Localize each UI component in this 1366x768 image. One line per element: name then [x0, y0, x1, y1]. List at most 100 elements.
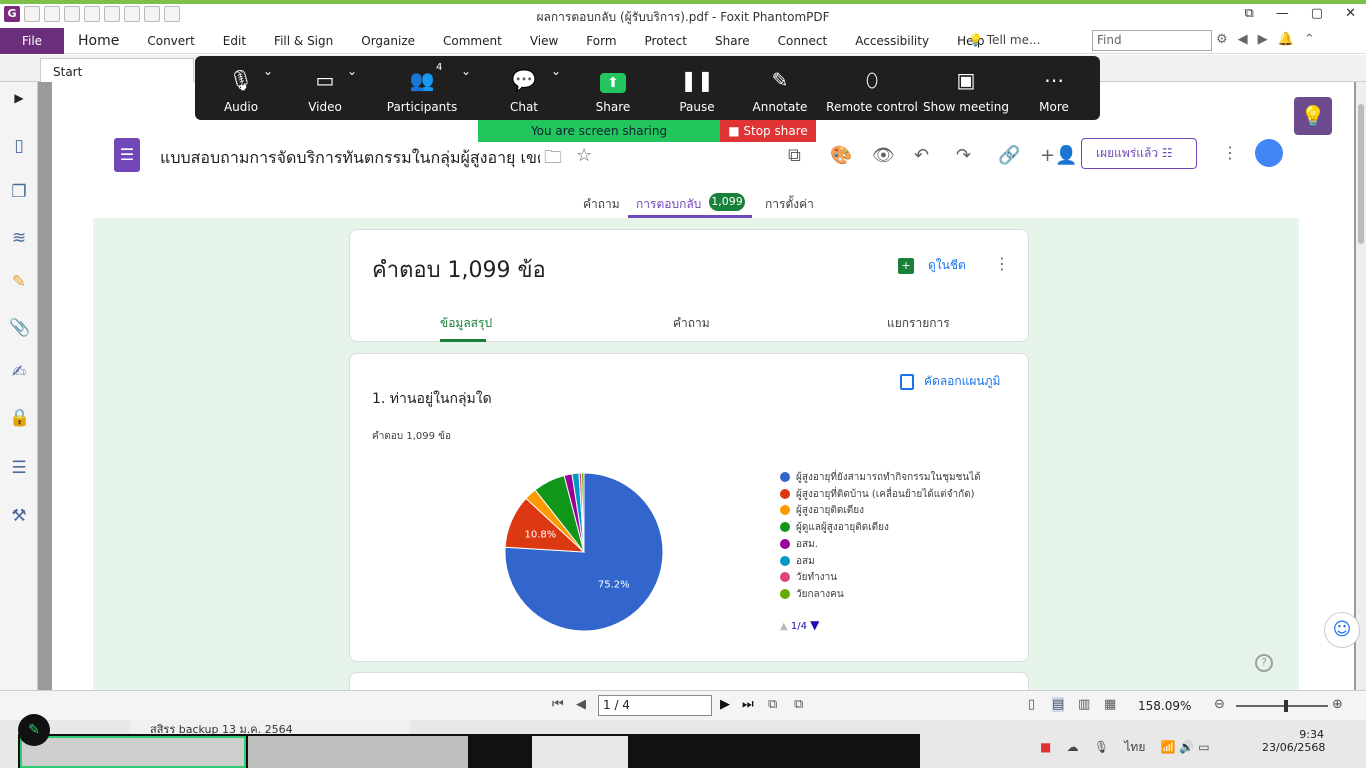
ribbon-tab-comment[interactable]: Comment [429, 34, 516, 48]
restore-icon[interactable]: ⧉ [1245, 6, 1254, 21]
add-collaborator-icon[interactable]: +👤 [1040, 145, 1078, 166]
last-page-icon[interactable]: ⏭ [742, 697, 754, 712]
legend-item[interactable]: ผู้สูงอายุที่ติดบ้าน (เคลื่อนย้ายได้แต่จ… [780, 487, 975, 501]
chevron-up-icon[interactable]: ⌃ [1304, 32, 1315, 47]
folder-icon[interactable]: 🗀 [544, 145, 562, 175]
palette-icon[interactable]: 🎨 [830, 145, 852, 166]
participants-chevron-icon[interactable]: ⌄ [461, 64, 471, 78]
wifi-icon[interactable]: 📶 [1161, 740, 1176, 754]
bell-icon[interactable]: 🔔 [1278, 32, 1294, 47]
fields-icon[interactable]: ☰ [9, 458, 29, 478]
zoom-out-icon[interactable]: ⊖ [1214, 697, 1225, 712]
back-icon[interactable]: ◀ [1238, 32, 1248, 47]
chat-chevron-icon[interactable]: ⌄ [551, 64, 561, 78]
ribbon-tab-form[interactable]: Form [572, 34, 630, 48]
page-number-field[interactable]: 1 / 4 [598, 695, 712, 716]
first-page-icon[interactable]: ⏮ [552, 697, 564, 712]
star-icon[interactable]: ☆ [576, 145, 592, 166]
legend-prev-icon[interactable]: ▲ [780, 621, 788, 632]
view-icon[interactable]: ⧉ [768, 697, 777, 712]
antivirus-icon[interactable]: ■ [1040, 740, 1051, 754]
close-button[interactable]: ✕ [1345, 6, 1356, 21]
subtab-question[interactable]: คำถาม [673, 314, 710, 333]
legend-item[interactable]: ผู้ดูแลผู้สูงอายุติดเตียง [780, 520, 889, 534]
more-button[interactable]: ⋯ More [1004, 64, 1104, 114]
zoom-slider[interactable] [1236, 700, 1328, 712]
ribbon-tab-home[interactable]: Home [64, 33, 133, 49]
video-chevron-icon[interactable]: ⌄ [347, 64, 357, 78]
annotate-button[interactable]: ✎ Annotate [730, 64, 830, 114]
minimize-button[interactable]: — [1276, 6, 1289, 21]
tab-start[interactable]: Start [40, 58, 194, 82]
ribbon-tab-fill-sign[interactable]: Fill & Sign [260, 34, 347, 48]
show-meeting-button[interactable]: ▣ Show meeting [916, 64, 1016, 114]
layers-icon[interactable]: ≋ [9, 228, 29, 248]
video-tile[interactable] [20, 736, 246, 768]
redo-icon[interactable]: ↷ [956, 145, 971, 166]
ribbon-tab-connect[interactable]: Connect [764, 34, 842, 48]
annotate-pen-icon[interactable]: ✎ [18, 714, 50, 746]
attachments-icon[interactable]: 📎 [9, 318, 30, 338]
clock[interactable]: 9:34 23/06/2568 [1262, 728, 1325, 754]
expand-panel-icon[interactable]: ▶ [9, 88, 29, 108]
single-page-icon[interactable]: ▯ [1028, 697, 1035, 712]
continuous-facing-icon[interactable]: ▦ [1104, 697, 1116, 712]
battery-icon[interactable]: ▭ [1198, 740, 1209, 754]
tab-responses[interactable]: การตอบกลับ [636, 195, 701, 214]
next-page-icon[interactable]: ▶ [720, 697, 730, 712]
video-tile[interactable] [532, 736, 628, 768]
remote-control-button[interactable]: ⬯ Remote control [819, 64, 925, 114]
signatures-icon[interactable]: ✍ [9, 362, 29, 382]
comments-icon[interactable]: ✎ [9, 272, 29, 292]
continuous-page-icon[interactable]: ▤ [1052, 697, 1065, 712]
ribbon-tab-view[interactable]: View [516, 34, 572, 48]
help-icon[interactable]: ? [1255, 654, 1273, 672]
find-input[interactable]: Find [1092, 30, 1212, 51]
legend-item[interactable]: วัยทำงาน [780, 570, 837, 584]
bookmarks-icon[interactable]: ▯ [9, 136, 29, 156]
legend-item[interactable]: อสม. [780, 537, 818, 551]
audio-chevron-icon[interactable]: ⌄ [263, 64, 273, 78]
ribbon-tab-protect[interactable]: Protect [631, 34, 701, 48]
lock-icon[interactable]: 🔒 [9, 408, 30, 428]
maximize-button[interactable]: ▢ [1311, 6, 1323, 21]
link-icon[interactable]: 🔗 [998, 145, 1020, 166]
ribbon-tab-organize[interactable]: Organize [347, 34, 429, 48]
tell-me-field[interactable]: 💡 Tell me... [968, 33, 1040, 47]
zoom-level[interactable]: 158.09% [1138, 699, 1191, 713]
zoom-slider-knob[interactable] [1284, 700, 1288, 712]
lightbulb-icon[interactable]: 💡 [1294, 97, 1332, 135]
prev-page-icon[interactable]: ◀ [576, 697, 586, 712]
legend-item[interactable]: ผู้สูงอายุติดเตียง [780, 503, 864, 517]
zoom-in-icon[interactable]: ⊕ [1332, 697, 1343, 712]
tools-icon[interactable]: ⚒ [9, 506, 29, 526]
forward-icon[interactable]: ▶ [1258, 32, 1268, 47]
video-button[interactable]: ▭ Video [275, 64, 375, 114]
addon-icon[interactable]: ⧉ [788, 145, 801, 166]
responses-more-icon[interactable]: ⋮ [994, 254, 1010, 273]
copy-chart-button[interactable]: คัดลอกแผนภูมิ [900, 372, 1000, 391]
ribbon-tab-share[interactable]: Share [701, 34, 764, 48]
legend-item[interactable]: อสม [780, 554, 815, 568]
participants-button[interactable]: 👥 Participants [372, 64, 472, 114]
chat-widget-icon[interactable]: ☺ [1324, 612, 1360, 648]
gear-icon[interactable]: ⚙ [1216, 32, 1228, 47]
legend-next-icon[interactable]: ▼ [810, 618, 819, 632]
stop-share-button[interactable]: ■ Stop share [720, 120, 816, 142]
view-in-sheets-link[interactable]: + ดูในชีต [898, 256, 966, 275]
tab-settings[interactable]: การตั้งค่า [765, 195, 814, 214]
subtab-summary[interactable]: ข้อมูลสรุป [440, 314, 492, 333]
video-tile[interactable] [248, 736, 468, 768]
mic-icon[interactable]: 🎙 [1094, 740, 1109, 754]
network-drive-icon[interactable]: ☁ [1067, 740, 1079, 754]
facing-page-icon[interactable]: ▥ [1078, 697, 1090, 712]
split-icon[interactable]: ⧉ [794, 697, 803, 712]
tab-questions[interactable]: คำถาม [583, 195, 620, 214]
language-indicator[interactable]: ไทย [1124, 740, 1145, 754]
legend-item[interactable]: ผู้สูงอายุที่ยังสามารถทำกิจกรรมในชุมชนได… [780, 470, 981, 484]
vertical-scrollbar[interactable] [1356, 82, 1366, 690]
preview-icon[interactable]: 👁 [872, 145, 895, 166]
legend-item[interactable]: วัยกลางคน [780, 587, 844, 601]
ribbon-tab-edit[interactable]: Edit [209, 34, 260, 48]
volume-icon[interactable]: 🔊 [1179, 740, 1194, 754]
